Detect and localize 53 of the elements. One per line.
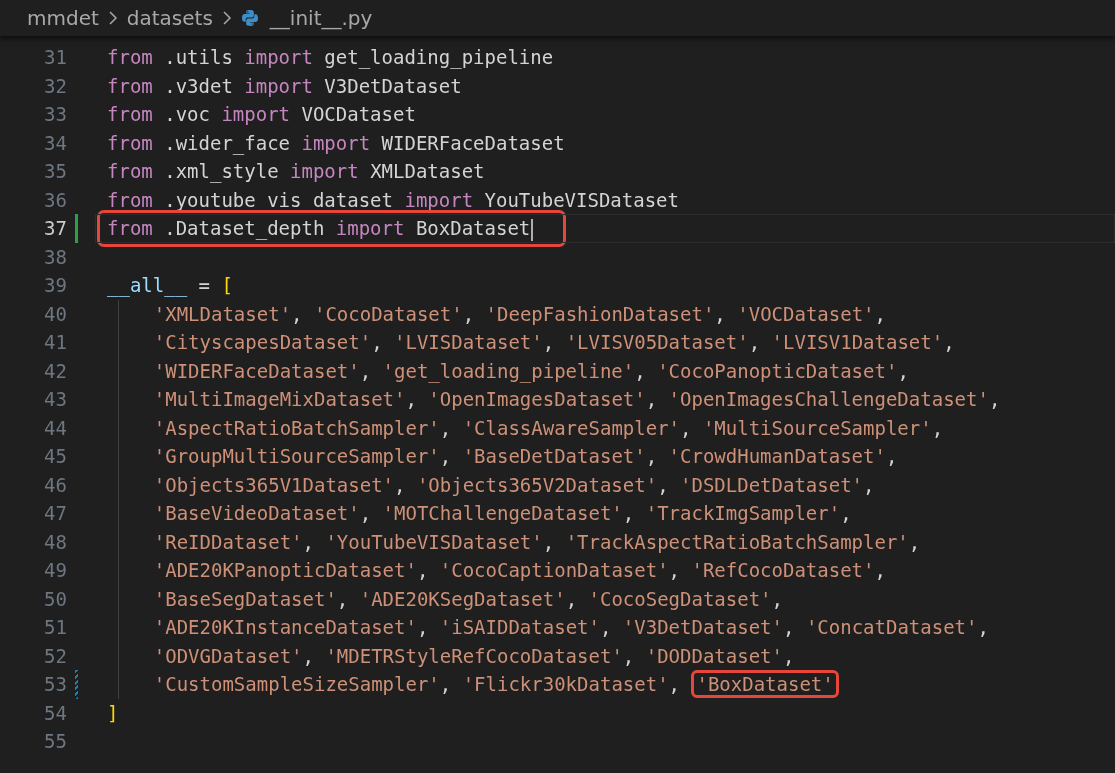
code-line: 'ReIDDataset', 'YouTubeVISDataset', 'TrackAspectRatioBatchSampler', [153, 529, 921, 555]
line-number: 31 [43, 46, 67, 69]
line-number: 46 [43, 473, 67, 496]
code-line: 'CityscapesDataset', 'LVISDataset', 'LVISV05Dataset', 'LVISV1Dataset', [153, 330, 955, 355]
code-line: from .v3det import V3DetDataset [107, 73, 462, 99]
line-number: 50 [43, 587, 67, 610]
code-line: from .wider_face import WIDERFaceDataset [107, 130, 565, 157]
code-line: 'ADE20KPanopticDataset', 'CocoCaptionDataset', 'RefCocoDataset', [153, 558, 886, 583]
line-number: 39 [43, 274, 67, 297]
code-line: 'ODVGDataset', 'MDETRStyleRefCocoDataset', 'DODDataset', [153, 643, 795, 669]
code-line: 'Objects365V1Dataset', 'Objects365V2Dataset', 'DSDLDetDataset', [153, 472, 875, 498]
python-icon [240, 9, 259, 27]
line-number: 45 [43, 445, 67, 468]
line-number: 53 [43, 673, 67, 696]
line-number: 40 [43, 302, 67, 325]
line-number: 32 [43, 74, 67, 97]
code-line: from .voc import VOCDataset [107, 102, 416, 127]
code-line: 'WIDERFaceDataset', 'get_loading_pipeline', 'CocoPanopticDataset', [153, 358, 909, 385]
code-line: 'ADE20KInstanceDataset', 'iSAIDDataset', 'V3DetDataset', 'ConcatDataset', [153, 615, 989, 640]
code-line: 'BaseVideoDataset', 'MOTChallengeDataset', 'TrackImgSampler', [153, 501, 852, 526]
line-number: 48 [43, 530, 67, 553]
breadcrumb-item[interactable]: __init__.py [269, 6, 373, 30]
line-number: 34 [43, 131, 67, 154]
line-number: 41 [43, 331, 67, 354]
code-line: from .xml_style import XMLDataset [107, 159, 485, 185]
line-number: 44 [43, 416, 67, 439]
code-line: from .utils import get_loading_pipeline [107, 45, 554, 71]
line-number: 38 [43, 245, 67, 268]
code-line: 'CustomSampleSizeSampler', 'Flickr30kDataset', 'BoxDataset' [153, 670, 839, 699]
modified-line-marker[interactable] [75, 670, 78, 699]
line-number: 49 [43, 559, 67, 582]
code-line: ] [107, 700, 119, 726]
breadcrumb-item[interactable]: mmdet [27, 6, 99, 30]
added-line-marker[interactable] [75, 214, 78, 243]
line-number: 47 [43, 502, 67, 525]
line-number: 43 [43, 388, 67, 411]
line-number: 37 [43, 217, 67, 240]
line-number: 54 [43, 701, 67, 724]
code-line: 'GroupMultiSourceSampler', 'BaseDetDataset', 'CrowdHumanDataset', [153, 444, 898, 469]
code-line: 'AspectRatioBatchSampler', 'ClassAwareSampler', 'MultiSourceSampler', [153, 415, 944, 441]
line-number: 33 [43, 103, 67, 126]
code-line: from .youtube vis dataset import YouTubeVISDataset [107, 187, 679, 213]
code-line: 'XMLDataset', 'CocoDataset', 'DeepFashionDataset', 'VOCDataset', [153, 301, 886, 327]
line-number: 55 [43, 730, 67, 753]
code-line: 'BaseSegDataset', 'ADE20KSegDataset', 'CocoSegDataset', [153, 586, 783, 612]
line-number: 35 [43, 160, 67, 183]
line-number: 36 [43, 188, 67, 211]
breadcrumb-item[interactable]: datasets [126, 6, 213, 30]
line-number: 52 [43, 644, 67, 667]
code-line: __all__ = [ [107, 273, 233, 299]
line-number: 51 [43, 616, 67, 639]
code-line: 'MultiImageMixDataset', 'OpenImagesDataset', 'OpenImagesChallengeDataset', [153, 387, 1001, 412]
line-number: 42 [43, 359, 67, 382]
